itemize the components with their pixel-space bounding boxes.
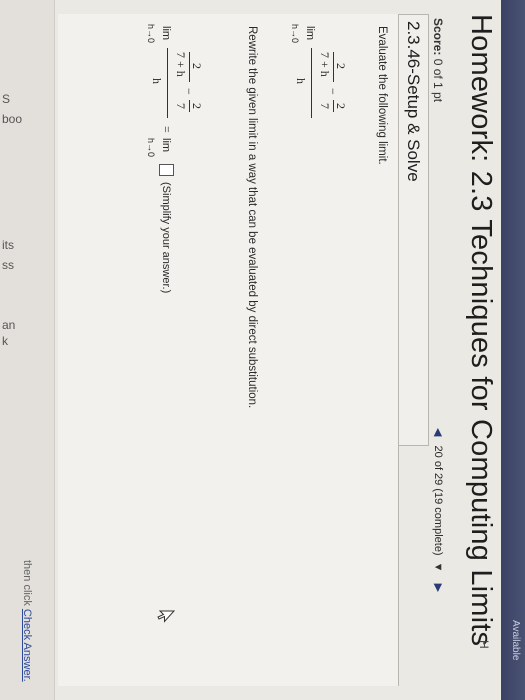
minus-sign-2: −	[182, 88, 196, 95]
question-dropdown-icon[interactable]: ▼	[432, 562, 444, 573]
rewrite-instruction: Rewrite the given limit in a way that ca…	[246, 26, 258, 409]
top-bar: Available	[501, 0, 525, 700]
sidebar-fragment-4: ss	[2, 258, 14, 272]
main-fraction-bar	[311, 48, 312, 118]
progress-text: 20 of 29 (19 complete)	[432, 445, 444, 556]
question-progress: ◀ 20 of 29 (19 complete) ▼ ▶	[432, 428, 445, 592]
page-title: Homework: 2.3 Techniques for Computing L…	[465, 14, 497, 647]
sidebar-fragment-1: S	[2, 92, 11, 106]
sidebar-fragment-5: an	[2, 318, 16, 332]
sidebar-fragment-2: boo	[2, 112, 23, 126]
lim-subscript: h→0	[290, 24, 300, 44]
score-label: Score:	[431, 18, 445, 56]
sidebar-fragment-6: k	[2, 334, 8, 348]
minus-sign: −	[326, 88, 340, 95]
sidebar-fragment-3: its	[2, 238, 14, 252]
denominator-a: 7 + h	[318, 52, 332, 77]
check-hint-prefix: then click	[21, 560, 33, 609]
lim-word: lim	[304, 26, 316, 41]
fraction-bar-a	[333, 52, 334, 82]
numerator-b-2: 2	[190, 103, 204, 109]
homework-screen: Available Homework: 2.3 Techniques for C…	[0, 0, 525, 700]
question-panel: Evaluate the following limit. lim h→0 2 …	[58, 14, 399, 686]
numerator-a-2: 2	[190, 63, 204, 69]
fraction-bar-b-2	[189, 100, 190, 112]
score-line: Score: 0 of 1 pt	[431, 18, 445, 102]
equals-sign: =	[160, 126, 174, 133]
answer-input[interactable]	[159, 164, 174, 176]
prev-question-button[interactable]: ◀	[432, 428, 444, 436]
numerator-b: 2	[334, 103, 348, 109]
denominator-b-2: 7	[174, 103, 188, 109]
rhs-lim-subscript: h→0	[146, 138, 156, 158]
lim-word-2: lim	[160, 26, 172, 41]
fraction-bar-a-2	[189, 52, 190, 82]
instruction-text: Evaluate the following limit.	[376, 26, 388, 165]
question-id: 2.3.46-Setup & Solve	[404, 21, 423, 182]
fraction-bar-b	[333, 100, 334, 112]
lim-subscript-2: h→0	[146, 24, 156, 44]
next-question-button[interactable]: ▶	[432, 584, 444, 592]
denominator-a-2: 7 + h	[174, 52, 188, 77]
score-value: 0 of 1 pt	[431, 58, 445, 103]
question-tab: 2.3.46-Setup & Solve	[398, 14, 429, 446]
available-link[interactable]: Available	[510, 620, 521, 660]
numerator-a: 2	[334, 63, 348, 69]
simplify-hint: (Simplify your answer.)	[160, 182, 172, 294]
rhs-lim-word: lim	[160, 138, 172, 153]
outer-denominator: h	[294, 78, 308, 84]
check-answer-link[interactable]: Check Answer.	[21, 609, 33, 682]
mouse-pointer-icon	[157, 610, 175, 623]
check-answer-hint: then click Check Answer.	[21, 560, 33, 682]
denominator-b: 7	[318, 103, 332, 109]
header-fragment[interactable]: H	[477, 640, 491, 649]
outer-denominator-2: h	[150, 78, 164, 84]
main-fraction-bar-2	[167, 48, 168, 118]
